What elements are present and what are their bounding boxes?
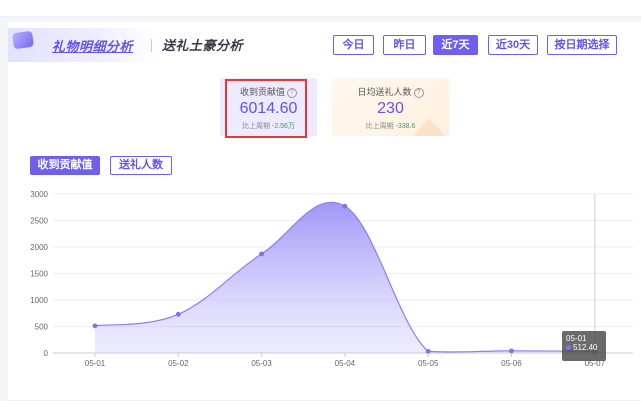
metric-received-button[interactable]: 收到贡献值 [30,156,100,175]
top-bar [0,0,641,17]
range-yesterday-button[interactable]: 昨日 [383,35,426,55]
chart-tooltip: 05-01 512.40 [562,331,606,361]
daily-avg-compare-label: 比上周期 [365,123,394,130]
gift-icon [11,30,35,50]
range-today-button[interactable]: 今日 [333,35,374,55]
x-tick-label: 05-02 [168,359,189,368]
y-tick-label: 3000 [30,190,48,199]
daily-avg-value: 230 [377,100,404,117]
series-area [95,202,595,353]
x-tick-label: 05-04 [335,359,356,368]
help-icon[interactable]: ? [413,87,424,98]
x-tick-label: 05-06 [501,359,522,368]
y-tick-label: 500 [35,323,49,332]
daily-avg-title: 日均送礼人数 [357,87,412,97]
data-point[interactable] [259,251,264,257]
tab-top-gifters[interactable]: 送礼土豪分析 [162,35,243,54]
tab-gift-detail[interactable]: 礼物明细分析 [8,28,158,62]
range-7days-button[interactable]: 近7天 [433,35,478,55]
metric-gifters-button[interactable]: 送礼人数 [110,156,172,175]
range-30days-button[interactable]: 近30天 [488,35,538,55]
x-tick-label: 05-03 [251,359,272,368]
x-tick-label: 05-05 [418,359,439,368]
card-decoration [413,118,445,136]
y-tick-label: 1000 [30,296,48,305]
data-point[interactable] [509,348,514,354]
analysis-tabs: 礼物明细分析 送礼土豪分析 [8,22,258,66]
highlight-box [225,79,307,138]
tab-divider [151,39,152,52]
contribution-area-chart[interactable]: 0 500 1000 1500 2000 2500 3000 05-01 05-02 05-03… [8,182,641,397]
x-tick-label: 05-01 [85,359,106,368]
tooltip-value: 512.40 [573,343,598,352]
y-tick-label: 0 [44,349,49,358]
data-point[interactable] [92,323,98,329]
gift-analysis-panel: 礼物明细分析 送礼土豪分析 今日 昨日 近7天 近30天 按日期选择 收到贡献值… [8,22,641,401]
daily-avg-gifters-card: 日均送礼人数? 230 比上周期 -338.6 [332,78,449,136]
y-tick-label: 2000 [30,243,48,252]
data-point[interactable] [175,311,181,317]
tab-gift-detail-label: 礼物明细分析 [52,39,134,54]
y-tick-label: 1500 [30,270,48,279]
tooltip-date: 05-01 [566,334,587,343]
y-tick-label: 2500 [30,217,48,226]
range-custom-date-button[interactable]: 按日期选择 [547,35,617,55]
series-dot-icon [566,345,571,350]
data-point[interactable] [342,203,348,209]
